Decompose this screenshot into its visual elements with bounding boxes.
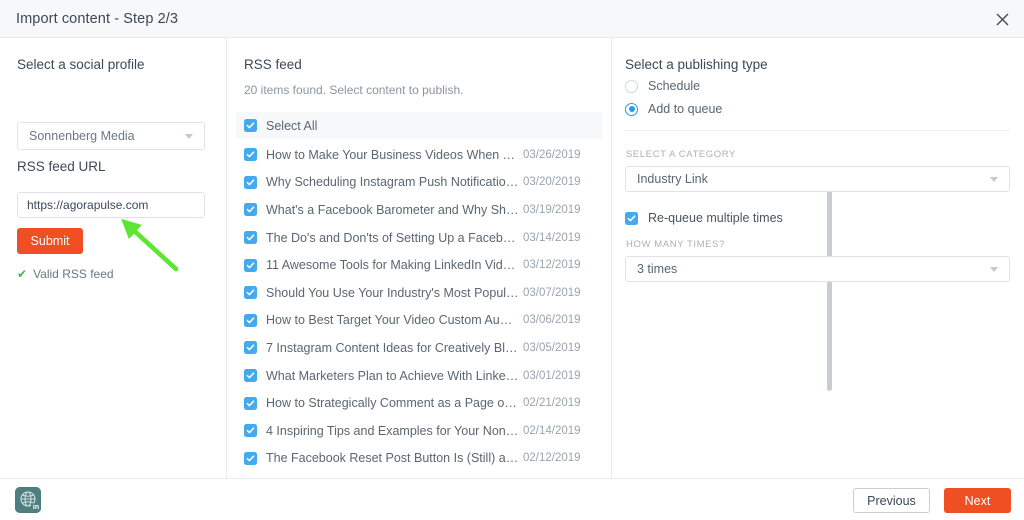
feed-item-title: What Marketers Plan to Achieve With Link… [266,369,519,383]
category-field-label: SELECT A CATEGORY [626,149,736,160]
feed-item-title: Why Scheduling Instagram Push Notificati… [266,175,519,189]
section-divider [625,130,1010,131]
how-many-times-label: HOW MANY TIMES? [626,239,725,250]
feed-item-date: 02/21/2019 [523,397,581,409]
feed-item-date: 03/01/2019 [523,370,581,382]
feed-list-item[interactable]: What's a Facebook Barometer and Why Shou… [236,196,610,224]
rss-feed-list[interactable]: How to Make Your Business Videos When Yo… [236,141,610,478]
feed-list-item[interactable]: How to Strategically Comment as a Page o… [236,389,610,417]
radio-schedule-label: Schedule [648,79,700,93]
radio-add-to-queue-indicator[interactable] [625,103,638,116]
feed-item-checkbox[interactable] [244,424,257,437]
rss-feed-title: RSS feed [244,57,302,72]
previous-button[interactable]: Previous [853,488,930,513]
feed-list-item[interactable]: 4 Inspiring Tips and Examples for Your N… [236,417,610,445]
feed-item-checkbox[interactable] [244,314,257,327]
rss-feed-panel: RSS feed 20 items found. Select content … [227,38,611,478]
checkmark-icon: ✔ [17,268,27,280]
rss-feed-url-heading: RSS feed URL [17,159,106,174]
feed-item-checkbox[interactable] [244,148,257,161]
select-all-row[interactable]: Select All [236,112,602,139]
feed-item-date: 03/07/2019 [523,287,581,299]
feed-item-checkbox[interactable] [244,259,257,272]
feed-item-checkbox[interactable] [244,231,257,244]
modal-body: Select a social profile Sonnenberg Media… [0,38,1024,478]
feed-item-date: 02/14/2019 [523,425,581,437]
requeue-multiple-times-row[interactable]: Re-queue multiple times [625,211,783,225]
feed-item-title: The Facebook Reset Post Button Is (Still… [266,451,519,465]
avatar[interactable]: in [15,487,41,513]
social-profile-select[interactable]: Sonnenberg Media [17,122,205,150]
feed-item-title: The Do's and Don'ts of Setting Up a Face… [266,231,519,245]
feed-item-date: 03/26/2019 [523,149,581,161]
feed-item-title: How to Strategically Comment as a Page o… [266,396,519,410]
linkedin-badge-icon: in [31,503,41,513]
submit-button[interactable]: Submit [17,228,83,254]
category-select[interactable]: Industry Link [625,166,1010,192]
feed-item-title: 11 Awesome Tools for Making LinkedIn Vid… [266,258,519,272]
feed-item-title: Should You Use Your Industry's Most Popu… [266,286,519,300]
publishing-type-panel: Select a publishing type Schedule Add to… [612,38,1024,478]
radio-schedule[interactable]: Schedule [625,79,700,93]
feed-item-checkbox[interactable] [244,341,257,354]
modal-footer: in Previous Next [0,478,1024,520]
feed-list-item[interactable]: How to Make Your Business Videos When Yo… [236,141,610,169]
social-profile-selected-value: Sonnenberg Media [29,129,185,143]
feed-item-date: 03/19/2019 [523,204,581,216]
chevron-down-icon [990,177,998,182]
requeue-checkbox[interactable] [625,212,638,225]
feed-item-checkbox[interactable] [244,286,257,299]
feed-list-item[interactable]: The Facebook Reset Post Button Is (Still… [236,445,610,473]
radio-add-to-queue-label: Add to queue [648,102,722,116]
rss-feed-subtitle: 20 items found. Select content to publis… [244,83,463,97]
validation-message: ✔ Valid RSS feed [17,267,114,281]
feed-item-checkbox[interactable] [244,203,257,216]
feed-item-title: How to Best Target Your Video Custom Aud… [266,313,519,327]
import-content-modal: Import content - Step 2/3 Select a socia… [0,0,1024,520]
feed-item-title: What's a Facebook Barometer and Why Shou… [266,203,519,217]
how-many-times-select[interactable]: 3 times [625,256,1010,282]
radio-schedule-indicator[interactable] [625,80,638,93]
feed-list-item[interactable]: 11 Awesome Tools for Making LinkedIn Vid… [236,251,610,279]
publishing-type-heading: Select a publishing type [625,57,768,72]
feed-item-title: 4 Inspiring Tips and Examples for Your N… [266,424,519,438]
feed-item-checkbox[interactable] [244,176,257,189]
radio-add-to-queue[interactable]: Add to queue [625,102,722,116]
close-icon[interactable] [990,7,1014,31]
feed-item-date: 03/06/2019 [523,314,581,326]
feed-item-title: 7 Instagram Content Ideas for Creatively… [266,341,519,355]
rss-feed-url-input[interactable] [17,192,205,218]
feed-list-item[interactable]: How to Best Target Your Video Custom Aud… [236,307,610,335]
feed-item-date: 03/14/2019 [523,232,581,244]
feed-item-checkbox[interactable] [244,369,257,382]
feed-item-checkbox[interactable] [244,452,257,465]
feed-item-date: 02/12/2019 [523,452,581,464]
feed-list-item[interactable]: What Marketers Plan to Achieve With Link… [236,362,610,390]
feed-list-item[interactable]: The Do's and Don'ts of Setting Up a Face… [236,224,610,252]
select-social-profile-heading: Select a social profile [17,57,145,72]
feed-item-date: 03/05/2019 [523,342,581,354]
how-many-times-value: 3 times [637,262,990,276]
modal-header: Import content - Step 2/3 [0,0,1024,38]
requeue-label: Re-queue multiple times [648,211,783,225]
chevron-down-icon [990,267,998,272]
category-selected-value: Industry Link [637,172,990,186]
feed-list-item[interactable]: Why Scheduling Instagram Push Notificati… [236,169,610,197]
select-all-checkbox[interactable] [244,119,257,132]
feed-list-item[interactable]: 7 Instagram Content Ideas for Creatively… [236,334,610,362]
next-button[interactable]: Next [944,488,1011,513]
validation-text: Valid RSS feed [33,267,114,281]
social-profile-panel: Select a social profile Sonnenberg Media… [0,38,226,478]
feed-item-date: 03/20/2019 [523,176,581,188]
feed-item-checkbox[interactable] [244,397,257,410]
page-title: Import content - Step 2/3 [16,11,178,27]
feed-list-item[interactable]: Should You Use Your Industry's Most Popu… [236,279,610,307]
feed-item-date: 03/12/2019 [523,259,581,271]
annotation-arrow-icon [110,213,190,275]
feed-item-title: How to Make Your Business Videos When Yo… [266,148,519,162]
chevron-down-icon [185,134,193,139]
select-all-label: Select All [266,119,317,133]
